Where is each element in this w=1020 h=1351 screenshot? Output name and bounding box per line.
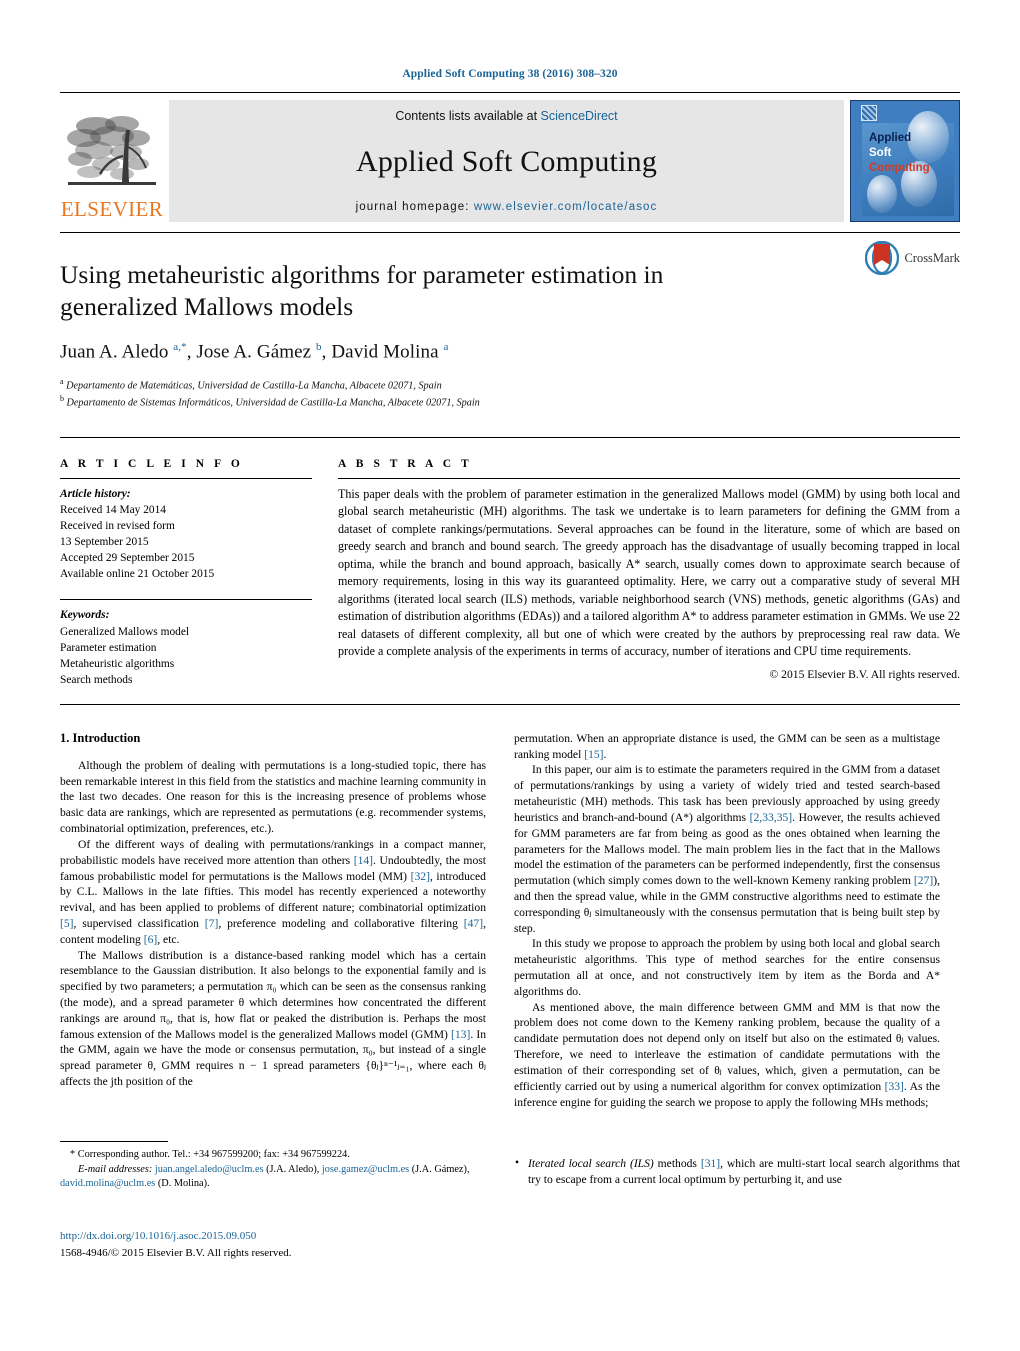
affiliation-a-text: Departamento de Matemáticas, Universidad… (66, 379, 442, 391)
article-history-label: Article history: (60, 487, 131, 500)
cover-title: Applied Soft Computing (869, 131, 930, 177)
article-info-rule (60, 477, 312, 479)
abstract-text: This paper deals with the problem of par… (338, 486, 960, 659)
email-owner-aledo: (J.A. Aledo) (266, 1163, 317, 1175)
doi-link[interactable]: http://dx.doi.org/10.1016/j.asoc.2015.09… (60, 1228, 486, 1245)
doi-block: http://dx.doi.org/10.1016/j.asoc.2015.09… (60, 1228, 486, 1261)
affiliation-b: b Departamento de Sistemas Informáticos,… (60, 394, 480, 409)
journal-banner: ELSEVIER Contents lists available at Sci… (60, 92, 960, 222)
body-columns: 1. Introduction Although the problem of … (60, 705, 960, 1111)
list-item: Iterated local search (ILS) methods [31]… (514, 1155, 960, 1188)
email-owner-gamez: (J.A. Gámez) (411, 1163, 467, 1175)
history-item: Accepted 29 September 2015 (60, 552, 195, 565)
homepage-prefix: journal homepage: (355, 201, 474, 213)
history-item: Available online 21 October 2015 (60, 568, 215, 581)
article-history: Article history: Received 14 May 2014 Re… (60, 486, 312, 582)
article-info-heading: A R T I C L E I N F O (60, 457, 244, 470)
footnote-rule (60, 1141, 168, 1142)
email-addresses-line: E-mail addresses: juan.angel.aledo@uclm.… (60, 1163, 470, 1190)
crossmark-icon (865, 241, 900, 275)
sciencedirect-link[interactable]: ScienceDirect (541, 109, 618, 123)
author-list: Juan A. Aledo a,*, Jose A. Gámez b, Davi… (60, 341, 449, 363)
title-block: CrossMark Using metaheuristic algorithms… (60, 233, 960, 411)
contents-prefix: Contents lists available at (395, 109, 541, 123)
elsevier-logo: ELSEVIER (60, 100, 164, 222)
paragraph: As mentioned above, the main difference … (514, 1000, 941, 1109)
affiliations: a Departamento de Matemáticas, Universid… (60, 376, 960, 411)
keywords-label: Keywords: (60, 609, 110, 622)
section-heading-introduction: 1. Introduction (60, 730, 141, 745)
history-item: Received in revised form (60, 520, 175, 533)
affiliation-a: a Departamento de Matemáticas, Universid… (60, 376, 442, 391)
body-right-column: permutation. When an appropriate distanc… (514, 731, 940, 1111)
email-owner-molina: (D. Molina) (157, 1178, 208, 1190)
cover-line-3: Computing (869, 162, 930, 175)
footnote-block: * Corresponding author. Tel.: +34 967599… (60, 1141, 486, 1192)
email-link-molina[interactable]: david.molina@uclm.es (60, 1178, 155, 1189)
homepage-url-link[interactable]: www.elsevier.com/locate/asoc (474, 201, 658, 213)
info-abstract-region: A R T I C L E I N F O Article history: R… (60, 438, 960, 688)
email-link-gamez[interactable]: jose.gamez@uclm.es (322, 1164, 409, 1175)
cover-line-2: Soft (869, 147, 892, 160)
email-label: E-mail addresses: (78, 1163, 153, 1175)
abstract-heading: A B S T R A C T (338, 457, 473, 470)
journal-cover-thumbnail: Applied Soft Computing (850, 100, 960, 222)
abstract-copyright: © 2015 Elsevier B.V. All rights reserved… (769, 667, 960, 681)
abstract-rule (338, 477, 960, 479)
banner-center: Contents lists available at ScienceDirec… (169, 100, 844, 222)
ils-term: Iterated local search (ILS) (528, 1157, 654, 1170)
paragraph: The Mallows distribution is a distance-b… (60, 948, 486, 1089)
keywords-group: Keywords: Generalized Mallows model Para… (60, 607, 312, 687)
cover-blob (867, 175, 897, 213)
page-title: Using metaheuristic algorithms for param… (60, 260, 664, 322)
keywords-rule (60, 599, 312, 601)
mh-methods-list: Iterated local search (ILS) methods [31]… (514, 1155, 960, 1188)
keyword-item: Metaheuristic algorithms (60, 657, 175, 670)
article-info-column: A R T I C L E I N F O Article history: R… (60, 458, 312, 688)
keyword-item: Generalized Mallows model (60, 625, 190, 638)
email-link-aledo[interactable]: juan.angel.aledo@uclm.es (155, 1164, 264, 1175)
abstract-column: A B S T R A C T This paper deals with th… (338, 458, 960, 688)
keyword-item: Parameter estimation (60, 641, 157, 654)
paragraph: In this study we propose to approach the… (514, 937, 940, 998)
crossmark-badge[interactable]: CrossMark (865, 241, 960, 275)
running-head: Applied Soft Computing 38 (2016) 308–320 (402, 68, 618, 80)
issn-copyright-line: 1568-4946/© 2015 Elsevier B.V. All right… (60, 1246, 292, 1259)
elsevier-wordmark: ELSEVIER (60, 197, 164, 221)
keyword-item: Search methods (60, 673, 133, 686)
history-item: Received 14 May 2014 (60, 504, 166, 517)
elsevier-tree-icon (67, 116, 156, 185)
affiliation-b-text: Departamento de Sistemas Informáticos, U… (66, 397, 480, 409)
paragraph: Of the different ways of dealing with pe… (60, 837, 486, 946)
footnote-text: * Corresponding author. Tel.: +34 967599… (60, 1148, 486, 1192)
cover-line-1: Applied (869, 132, 912, 144)
body-left-column: 1. Introduction Although the problem of … (60, 731, 486, 1111)
journal-homepage-line: journal homepage: www.elsevier.com/locat… (356, 201, 658, 213)
cover-glyph-icon (861, 105, 877, 121)
paper-page: Applied Soft Computing 38 (2016) 308–320 (0, 0, 1020, 1351)
crossmark-label: CrossMark (904, 250, 960, 265)
paragraph: permutation. When an appropriate distanc… (514, 731, 940, 761)
citation-31[interactable]: [31] (701, 1157, 720, 1170)
paragraph: In this paper, our aim is to estimate th… (514, 763, 941, 935)
corresponding-author-note: * Corresponding author. Tel.: +34 967599… (70, 1149, 350, 1160)
journal-name: Applied Soft Computing (355, 145, 658, 178)
paragraph: Although the problem of dealing with per… (60, 758, 486, 836)
history-item: 13 September 2015 (60, 536, 149, 549)
contents-list-line: Contents lists available at ScienceDirec… (395, 109, 617, 123)
